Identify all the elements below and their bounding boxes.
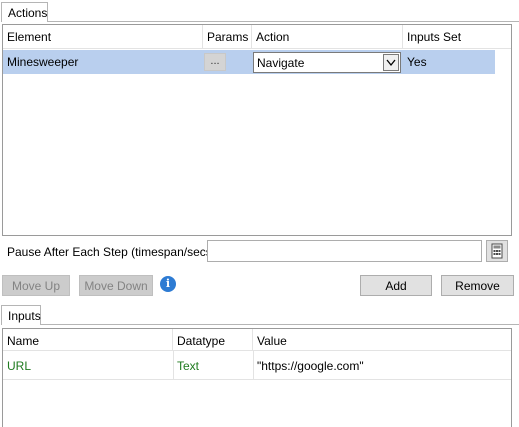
- tab-inputs-label: Inputs: [8, 309, 41, 323]
- move-down-button[interactable]: Move Down: [79, 275, 153, 296]
- cell-element: Minesweeper: [7, 55, 79, 69]
- column-header-inputs-set[interactable]: Inputs Set: [403, 25, 511, 49]
- cell-inputs-set: Yes: [407, 55, 427, 69]
- cell-value[interactable]: "https://google.com": [253, 354, 511, 378]
- inputs-grid[interactable]: Name Datatype Value URL Text "https://go…: [2, 328, 512, 427]
- row-divider: [3, 379, 511, 380]
- info-icon[interactable]: i: [160, 276, 176, 292]
- tab-actions[interactable]: Actions: [1, 2, 48, 22]
- column-header-element[interactable]: Element: [3, 25, 203, 49]
- actions-grid[interactable]: Element Params Action Inputs Set Mineswe…: [2, 24, 512, 236]
- column-header-params[interactable]: Params: [203, 25, 252, 49]
- tab-inputs[interactable]: Inputs: [1, 305, 41, 325]
- action-dropdown[interactable]: Navigate: [253, 52, 401, 73]
- column-header-datatype[interactable]: Datatype: [173, 329, 253, 351]
- remove-button[interactable]: Remove: [441, 275, 514, 296]
- pause-input[interactable]: [207, 240, 482, 262]
- add-button[interactable]: Add: [360, 275, 432, 296]
- column-header-value[interactable]: Value: [253, 329, 511, 351]
- column-header-action[interactable]: Action: [252, 25, 403, 49]
- tab-actions-label: Actions: [8, 6, 48, 20]
- table-row[interactable]: URL Text "https://google.com": [3, 353, 511, 379]
- calculator-button[interactable]: [486, 240, 508, 262]
- calculator-icon: [491, 243, 503, 259]
- move-up-button[interactable]: Move Up: [2, 275, 70, 296]
- cell-datatype: Text: [177, 359, 200, 373]
- chevron-down-icon[interactable]: [383, 54, 399, 71]
- table-row[interactable]: Minesweeper ... Navigate Yes: [3, 50, 495, 74]
- tab-divider: [48, 21, 519, 22]
- column-header-name[interactable]: Name: [3, 329, 173, 351]
- action-dropdown-value: Navigate: [257, 56, 305, 70]
- params-button[interactable]: ...: [204, 53, 226, 71]
- tab-divider: [41, 324, 519, 325]
- cell-name: URL: [7, 359, 32, 373]
- pause-label: Pause After Each Step (timespan/secs): [7, 245, 216, 259]
